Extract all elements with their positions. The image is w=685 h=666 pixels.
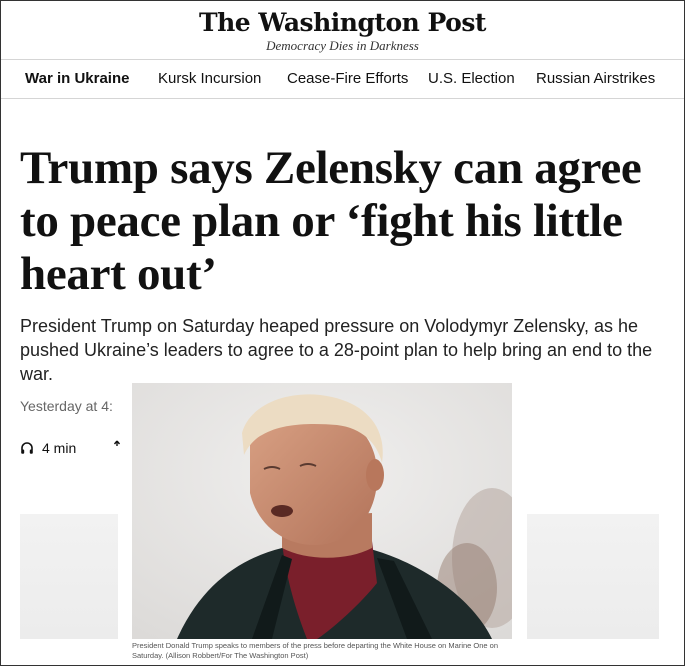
nav-item-war-in-ukraine[interactable]: War in Ukraine (25, 70, 129, 87)
site-logo[interactable]: The Washington Post (0, 8, 685, 37)
share-icon[interactable] (113, 440, 121, 454)
headphones-icon (20, 441, 34, 455)
masthead: The Washington Post Democracy Dies in Da… (0, 0, 685, 58)
article-timestamp: Yesterday at 4: (20, 398, 113, 414)
nav-item-russian-airstrikes[interactable]: Russian Airstrikes (536, 70, 655, 87)
related-thumbnail-left[interactable] (20, 514, 118, 639)
listen-button[interactable]: 4 min (20, 438, 76, 458)
photo-caption: President Donald Trump speaks to members… (132, 641, 499, 660)
article-headline: Trump says Zelensky can agree to peace p… (20, 142, 642, 300)
lead-photo-illustration (132, 383, 512, 639)
topic-nav: War in Ukraine Kursk Incursion Cease-Fir… (0, 60, 685, 98)
article-dek: President Trump on Saturday heaped press… (20, 316, 653, 384)
listen-duration: 4 min (42, 440, 77, 456)
site-tagline: Democracy Dies in Darkness (266, 38, 419, 53)
lead-photo (132, 383, 512, 639)
nav-item-us-election[interactable]: U.S. Election (428, 70, 515, 87)
related-thumbnail-right[interactable] (527, 514, 659, 639)
nav-item-kursk-incursion[interactable]: Kursk Incursion (158, 70, 261, 87)
nav-item-cease-fire-efforts[interactable]: Cease-Fire Efforts (287, 70, 408, 87)
nav-divider (1, 98, 684, 99)
